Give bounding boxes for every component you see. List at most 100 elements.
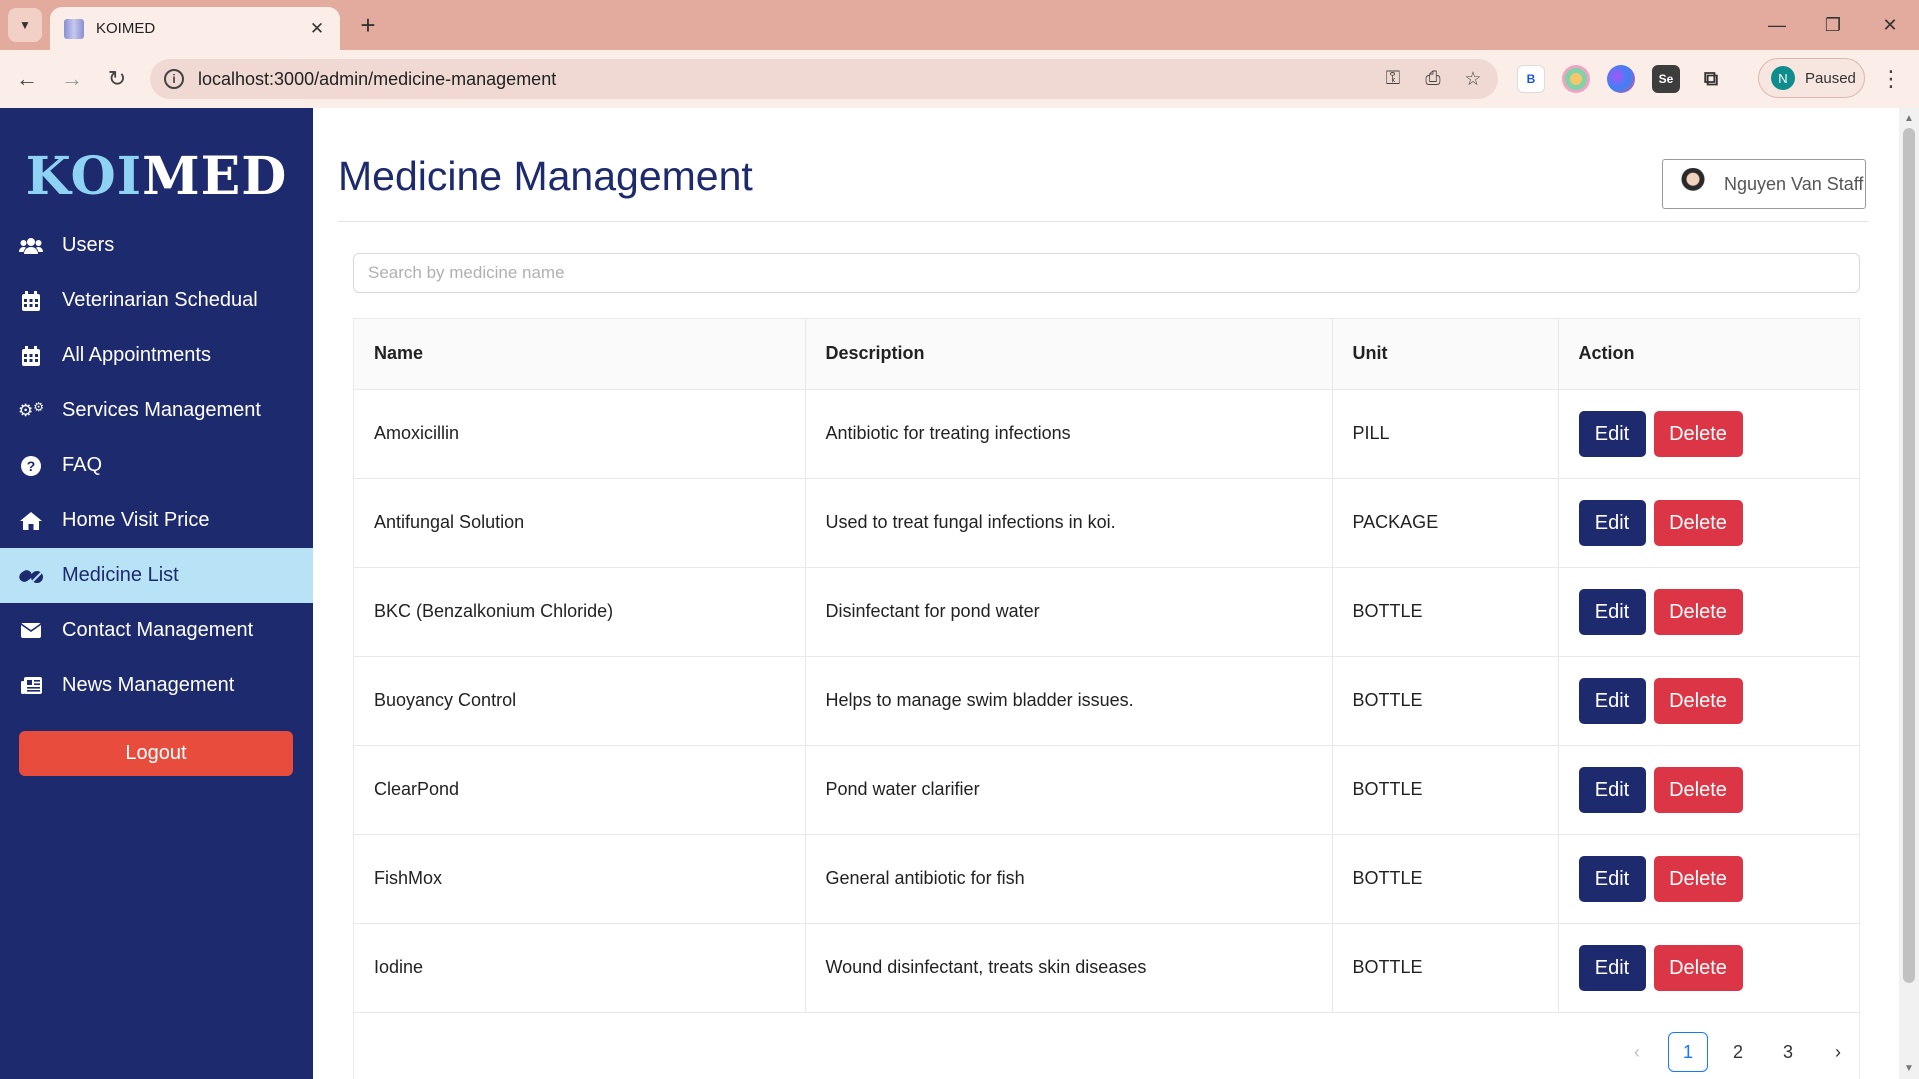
forward-button[interactable]: →	[55, 62, 89, 96]
browser-toolbar: ← → ↻ i localhost:3000/admin/medicine-ma…	[0, 50, 1919, 108]
profile-status: Paused	[1805, 69, 1856, 87]
profile-button[interactable]: N Paused	[1758, 58, 1865, 98]
browser-tab-bar: ▼ KOIMED ✕ + — ❐ ✕	[0, 0, 1919, 50]
tab-title: KOIMED	[96, 20, 156, 37]
install-app-icon[interactable]: ⎙	[1418, 64, 1448, 94]
address-bar[interactable]: i localhost:3000/admin/medicine-manageme…	[150, 59, 1498, 99]
cell-description: Disinfectant for pond water	[805, 567, 1333, 657]
cell-action: Edit Delete	[1558, 478, 1859, 568]
search-input[interactable]	[353, 253, 1860, 293]
scroll-down-arrow[interactable]: ▼	[1899, 1060, 1919, 1076]
sidebar-item-services-management[interactable]: ⚙ ⚙ Services Management	[0, 383, 313, 438]
sidebar: KOIMED Users Veterinarian Schedual All A…	[0, 108, 313, 1079]
pagination-page-1[interactable]: 1	[1668, 1032, 1708, 1072]
delete-button[interactable]: Delete	[1653, 588, 1743, 635]
question-circle-icon: ?	[18, 455, 44, 476]
sidebar-item-home-visit-price[interactable]: Home Visit Price	[0, 493, 313, 548]
sidebar-item-medicine-list[interactable]: Medicine List	[0, 548, 313, 603]
cell-action: Edit Delete	[1558, 923, 1859, 1013]
column-header-name: Name	[354, 319, 806, 390]
pagination-prev-button[interactable]: ‹	[1617, 1032, 1657, 1072]
pagination-next-button[interactable]: ›	[1818, 1032, 1858, 1072]
table-row: Buoyancy Control Helps to manage swim bl…	[354, 656, 1859, 746]
back-button[interactable]: ←	[10, 62, 44, 96]
cell-action: Edit Delete	[1558, 389, 1859, 479]
cell-action: Edit Delete	[1558, 656, 1859, 746]
edit-button[interactable]: Edit	[1578, 855, 1646, 902]
sidebar-item-veterinarian-schedual[interactable]: Veterinarian Schedual	[0, 273, 313, 328]
scroll-up-arrow[interactable]: ▲	[1899, 110, 1919, 126]
edit-button[interactable]: Edit	[1578, 677, 1646, 724]
table-row: ClearPond Pond water clarifier BOTTLE Ed…	[354, 745, 1859, 835]
extension-brain-icon[interactable]	[1607, 65, 1635, 93]
close-icon[interactable]: ✕	[306, 18, 328, 40]
browser-menu-icon[interactable]: ⋮	[1876, 64, 1906, 94]
edit-button[interactable]: Edit	[1578, 499, 1646, 546]
table-row: Amoxicillin Antibiotic for treating infe…	[354, 389, 1859, 479]
cell-name: Amoxicillin	[354, 389, 806, 479]
cell-name: FishMox	[354, 834, 806, 924]
cogs-icon: ⚙ ⚙	[18, 399, 45, 420]
cell-description: Pond water clarifier	[805, 745, 1333, 835]
table-row: BKC (Benzalkonium Chloride) Disinfectant…	[354, 567, 1859, 657]
edit-button[interactable]: Edit	[1578, 410, 1646, 457]
site-info-icon[interactable]: i	[164, 69, 184, 89]
extension-color-icon[interactable]	[1562, 65, 1590, 93]
delete-button[interactable]: Delete	[1653, 944, 1743, 991]
arrow-left-icon: ←	[16, 66, 38, 91]
table-header-row: Name Description Unit Action	[354, 319, 1859, 390]
cell-name: Iodine	[354, 923, 806, 1013]
sidebar-item-news-management[interactable]: News Management	[0, 658, 313, 713]
delete-button[interactable]: Delete	[1653, 410, 1743, 457]
new-tab-button[interactable]: +	[352, 10, 384, 40]
tab-search-button[interactable]: ▼	[8, 8, 42, 42]
page-scrollbar[interactable]: ▲ ▼	[1899, 108, 1919, 1079]
cell-description: Helps to manage swim bladder issues.	[805, 656, 1333, 746]
cell-name: ClearPond	[354, 745, 806, 835]
cell-unit: BOTTLE	[1332, 923, 1559, 1013]
delete-button[interactable]: Delete	[1653, 766, 1743, 813]
delete-button[interactable]: Delete	[1653, 855, 1743, 902]
extension-b-icon[interactable]: B	[1517, 65, 1545, 93]
sidebar-item-contact-management[interactable]: Contact Management	[0, 603, 313, 658]
sidebar-item-all-appointments[interactable]: All Appointments	[0, 328, 313, 383]
profile-avatar: N	[1771, 66, 1795, 90]
window-close-button[interactable]: ✕	[1870, 10, 1910, 40]
pagination-page-3[interactable]: 3	[1768, 1032, 1808, 1072]
pills-icon	[18, 568, 44, 584]
edit-button[interactable]: Edit	[1578, 944, 1646, 991]
delete-button[interactable]: Delete	[1653, 677, 1743, 724]
logout-button[interactable]: Logout	[19, 731, 293, 776]
reload-button[interactable]: ↻	[100, 62, 134, 96]
user-name: Nguyen Van Staff	[1724, 173, 1864, 194]
minimize-button[interactable]: —	[1757, 10, 1797, 40]
restore-button[interactable]: ❐	[1813, 10, 1853, 40]
table-row: Antifungal Solution Used to treat fungal…	[354, 478, 1859, 568]
delete-button[interactable]: Delete	[1653, 499, 1743, 546]
user-menu[interactable]: Nguyen Van Staff	[1662, 159, 1866, 209]
cell-action: Edit Delete	[1558, 567, 1859, 657]
edit-button[interactable]: Edit	[1578, 588, 1646, 635]
extensions-puzzle-icon[interactable]: ⧉	[1697, 65, 1725, 93]
edit-button[interactable]: Edit	[1578, 766, 1646, 813]
cell-unit: PILL	[1332, 389, 1559, 479]
browser-tab[interactable]: KOIMED ✕	[50, 7, 340, 50]
cell-description: General antibiotic for fish	[805, 834, 1333, 924]
bookmark-star-icon[interactable]: ☆	[1458, 64, 1488, 94]
cell-description: Wound disinfectant, treats skin diseases	[805, 923, 1333, 1013]
extension-se-icon[interactable]: Se	[1652, 65, 1680, 93]
key-icon[interactable]: ⚿	[1378, 64, 1408, 94]
sidebar-item-faq[interactable]: ? FAQ	[0, 438, 313, 493]
table-row: Iodine Wound disinfectant, treats skin d…	[354, 923, 1859, 1013]
page-title: Medicine Management	[338, 153, 753, 199]
cell-action: Edit Delete	[1558, 834, 1859, 924]
favicon-icon	[64, 18, 84, 39]
url-text[interactable]: localhost:3000/admin/medicine-management	[198, 69, 1378, 90]
cell-unit: BOTTLE	[1332, 745, 1559, 835]
brand-logo[interactable]: KOIMED	[0, 146, 313, 207]
pagination-page-2[interactable]: 2	[1718, 1032, 1758, 1072]
reload-icon: ↻	[107, 66, 127, 91]
scrollbar-thumb[interactable]	[1903, 128, 1915, 983]
cell-name: Antifungal Solution	[354, 478, 806, 568]
sidebar-item-users[interactable]: Users	[0, 218, 313, 273]
